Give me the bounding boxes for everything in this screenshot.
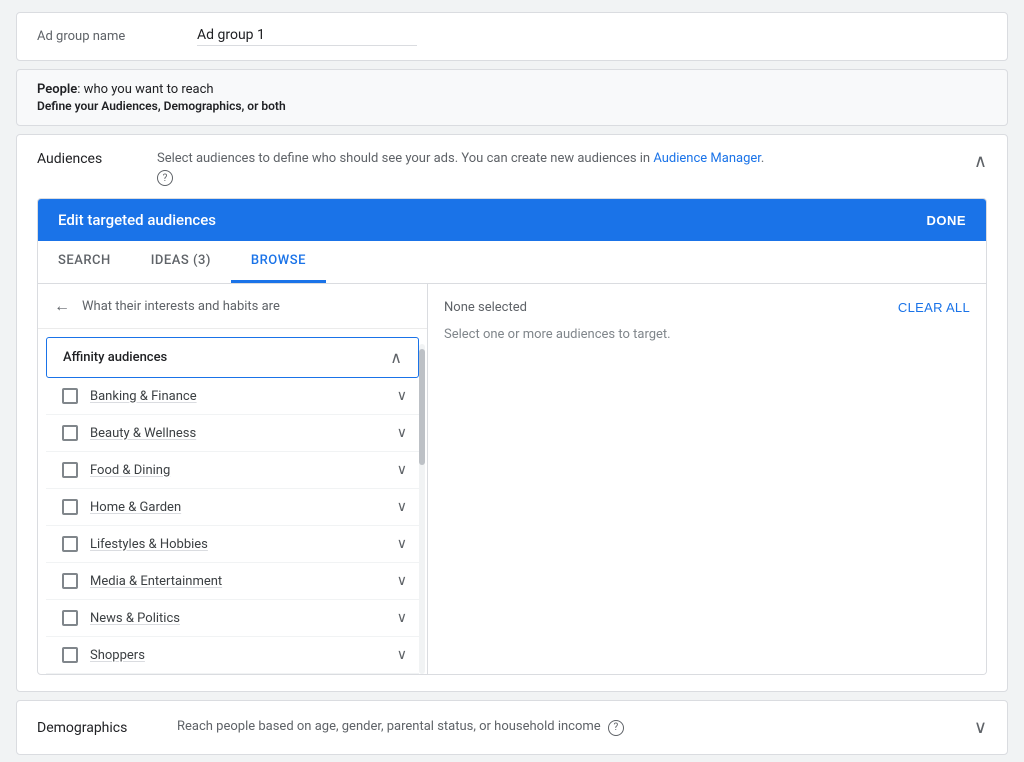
shoppers-expand-icon[interactable]: ∨ (397, 647, 407, 663)
food-expand-icon[interactable]: ∨ (397, 462, 407, 478)
browse-panel: ← What their interests and habits are Af… (38, 284, 428, 674)
lifestyles-checkbox[interactable] (62, 536, 78, 552)
edit-title: Edit targeted audiences (58, 211, 216, 229)
audiences-collapse-icon[interactable]: ∧ (974, 151, 987, 172)
media-label: Media & Entertainment (90, 574, 222, 589)
subtitle-demographics: Demographics (164, 99, 242, 113)
news-label: News & Politics (90, 611, 180, 626)
selection-panel: None selected CLEAR ALL Select one or mo… (428, 284, 986, 674)
media-checkbox[interactable] (62, 573, 78, 589)
people-bold: People (37, 82, 77, 97)
scrollbar-track (419, 344, 425, 674)
food-label: Food & Dining (90, 463, 170, 478)
selection-header: None selected CLEAR ALL (444, 300, 970, 315)
back-label: What their interests and habits are (82, 299, 280, 314)
list-item[interactable]: News & Politics ∨ (46, 600, 419, 637)
list-item[interactable]: Food & Dining ∨ (46, 452, 419, 489)
home-checkbox[interactable] (62, 499, 78, 515)
home-label: Home & Garden (90, 500, 181, 515)
list-item[interactable]: Media & Entertainment ∨ (46, 563, 419, 600)
lifestyles-expand-icon[interactable]: ∨ (397, 536, 407, 552)
tab-ideas[interactable]: IDEAS (3) (131, 241, 231, 283)
done-button[interactable]: DONE (926, 213, 966, 228)
subtitle-prefix: Define your (37, 99, 101, 113)
list-item[interactable]: Lifestyles & Hobbies ∨ (46, 526, 419, 563)
edit-panel: Edit targeted audiences DONE SEARCH IDEA… (37, 198, 987, 675)
affinity-title: Affinity audiences (63, 350, 167, 365)
clear-all-button[interactable]: CLEAR ALL (898, 300, 970, 315)
affinity-header[interactable]: Affinity audiences ∧ (46, 337, 419, 378)
shoppers-label: Shoppers (90, 648, 145, 663)
demographics-left: Demographics Reach people based on age, … (37, 719, 624, 736)
demographics-card: Demographics Reach people based on age, … (16, 700, 1008, 755)
tab-search[interactable]: SEARCH (38, 241, 131, 283)
banking-expand-icon[interactable]: ∨ (397, 388, 407, 404)
demographics-expand-icon[interactable]: ∨ (974, 717, 987, 738)
category-left: Shoppers (62, 647, 145, 663)
category-left: Lifestyles & Hobbies (62, 536, 208, 552)
scrollbar-thumb[interactable] (419, 349, 425, 465)
banking-checkbox[interactable] (62, 388, 78, 404)
back-arrow-icon: ← (54, 296, 70, 316)
demographics-label: Demographics (37, 720, 157, 736)
audiences-help-icon[interactable]: ? (157, 170, 173, 186)
none-selected-text: None selected (444, 300, 527, 315)
audiences-header: Audiences Select audiences to define who… (17, 135, 1007, 198)
ad-group-name-label: Ad group name (37, 29, 197, 44)
category-left: Media & Entertainment (62, 573, 222, 589)
audience-manager-link[interactable]: Audience Manager (653, 151, 761, 166)
audiences-card: Audiences Select audiences to define who… (16, 134, 1008, 692)
people-subtitle: Define your Audiences, Demographics, or … (37, 99, 987, 113)
category-left: Home & Garden (62, 499, 181, 515)
home-expand-icon[interactable]: ∨ (397, 499, 407, 515)
category-left: Beauty & Wellness (62, 425, 196, 441)
news-checkbox[interactable] (62, 610, 78, 626)
demographics-row: Demographics Reach people based on age, … (17, 701, 1007, 754)
audiences-desc-text: Select audiences to define who should se… (157, 151, 653, 166)
people-section: People: who you want to reach Define you… (16, 69, 1008, 126)
list-item[interactable]: Shoppers ∨ (46, 637, 419, 674)
beauty-label: Beauty & Wellness (90, 426, 196, 441)
news-expand-icon[interactable]: ∨ (397, 610, 407, 626)
audiences-desc-end: . (761, 151, 764, 166)
list-item[interactable]: Beauty & Wellness ∨ (46, 415, 419, 452)
food-checkbox[interactable] (62, 462, 78, 478)
subtitle-suffix: , or both (242, 99, 286, 113)
lifestyles-label: Lifestyles & Hobbies (90, 537, 208, 552)
media-expand-icon[interactable]: ∨ (397, 573, 407, 589)
category-list: Banking & Finance ∨ Beauty & Wellness ∨ (38, 378, 427, 674)
select-prompt: Select one or more audiences to target. (444, 327, 970, 342)
list-item[interactable]: Banking & Finance ∨ (46, 378, 419, 415)
ad-group-name-value[interactable]: Ad group 1 (197, 27, 417, 46)
beauty-checkbox[interactable] (62, 425, 78, 441)
demographics-desc: Reach people based on age, gender, paren… (177, 719, 624, 736)
people-title: People: who you want to reach (37, 82, 987, 97)
category-left: News & Politics (62, 610, 180, 626)
people-suffix: : who you want to reach (77, 82, 213, 97)
audiences-label: Audiences (37, 151, 157, 167)
category-left: Banking & Finance (62, 388, 197, 404)
demographics-help-icon[interactable]: ? (608, 720, 624, 736)
demographics-desc-text: Reach people based on age, gender, paren… (177, 719, 601, 734)
list-item[interactable]: Home & Garden ∨ (46, 489, 419, 526)
back-row[interactable]: ← What their interests and habits are (38, 284, 427, 329)
subtitle-audiences: Audiences (101, 99, 158, 113)
shoppers-checkbox[interactable] (62, 647, 78, 663)
affinity-collapse-icon: ∧ (390, 348, 402, 367)
tab-browse[interactable]: BROWSE (231, 241, 326, 283)
panel-body: ← What their interests and habits are Af… (38, 284, 986, 674)
category-left: Food & Dining (62, 462, 170, 478)
edit-header: Edit targeted audiences DONE (38, 199, 986, 241)
audiences-description: Select audiences to define who should se… (157, 151, 962, 186)
beauty-expand-icon[interactable]: ∨ (397, 425, 407, 441)
ad-group-name-card: Ad group name Ad group 1 (16, 12, 1008, 61)
banking-label: Banking & Finance (90, 389, 197, 404)
tabs-row: SEARCH IDEAS (3) BROWSE (38, 241, 986, 284)
